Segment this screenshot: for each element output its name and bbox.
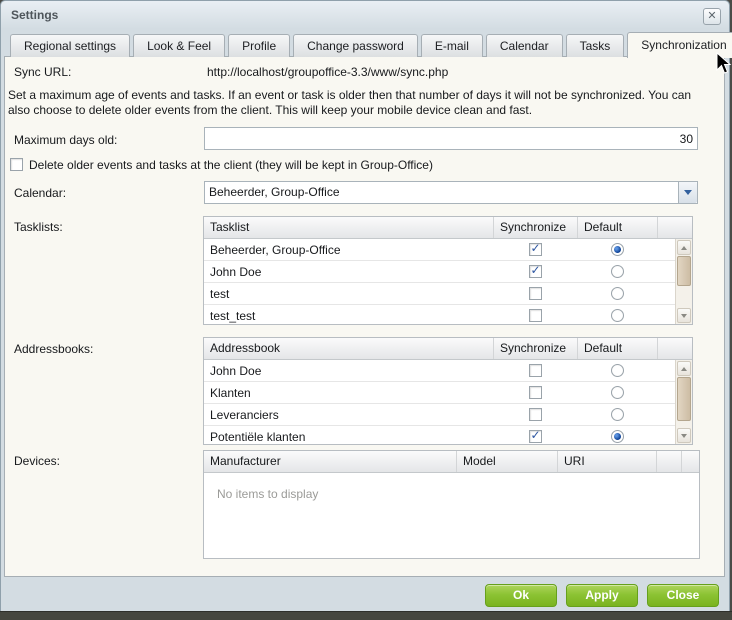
sync-checkbox[interactable] [529, 243, 542, 256]
scroll-up-icon[interactable] [677, 240, 691, 255]
tasklist-name: John Doe [204, 265, 493, 279]
tab-profile[interactable]: Profile [228, 34, 290, 57]
column-header-addressbook[interactable]: Addressbook [204, 338, 493, 359]
sync-checkbox[interactable] [529, 430, 542, 443]
table-row[interactable]: John Doe [204, 360, 692, 382]
chevron-down-icon[interactable] [678, 182, 697, 203]
scrollbar-thumb[interactable] [677, 377, 691, 421]
addressbook-name: John Doe [204, 364, 493, 378]
footer-toolbar: Ok Apply Close [485, 584, 719, 607]
default-radio[interactable] [611, 287, 624, 300]
tab-look-and-feel[interactable]: Look & Feel [133, 34, 225, 57]
sync-checkbox[interactable] [529, 309, 542, 322]
table-row[interactable]: John Doe [204, 261, 692, 283]
sync-checkbox[interactable] [529, 364, 542, 377]
window-title: Settings [11, 8, 58, 22]
tab-tasks[interactable]: Tasks [566, 34, 625, 57]
tasklists-grid-body: Beheerder, Group-Office John Doe test te… [204, 239, 692, 325]
devices-label: Devices: [14, 454, 60, 468]
scrollbar[interactable] [675, 239, 692, 324]
sync-checkbox[interactable] [529, 408, 542, 421]
apply-button[interactable]: Apply [566, 584, 638, 607]
column-header-synchronize[interactable]: Synchronize [493, 338, 577, 359]
sync-url-label: Sync URL: [14, 65, 71, 79]
scroll-down-icon[interactable] [677, 428, 691, 443]
tab-synchronization[interactable]: Synchronization [627, 32, 732, 58]
titlebar[interactable]: Settings ✕ [1, 1, 729, 29]
column-header-model[interactable]: Model [456, 451, 557, 472]
calendar-combobox-value: Beheerder, Group-Office [209, 185, 340, 199]
delete-older-checkbox[interactable] [10, 158, 23, 171]
tab-strip: Regional settings Look & Feel Profile Ch… [10, 31, 720, 57]
devices-grid-body: No items to display [204, 473, 699, 559]
column-header-synchronize[interactable]: Synchronize [493, 217, 577, 238]
calendar-label: Calendar: [14, 186, 66, 200]
default-radio[interactable] [611, 265, 624, 278]
column-header-spacer [656, 451, 681, 472]
max-days-label: Maximum days old: [14, 133, 117, 147]
default-radio[interactable] [611, 364, 624, 377]
addressbook-name: Klanten [204, 386, 493, 400]
close-icon[interactable]: ✕ [703, 8, 721, 25]
ok-button[interactable]: Ok [485, 584, 557, 607]
tasklists-label: Tasklists: [14, 220, 63, 234]
scrollbar-thumb[interactable] [677, 256, 691, 286]
addressbooks-label: Addressbooks: [14, 342, 93, 356]
column-header-default[interactable]: Default [577, 338, 657, 359]
column-header-manufacturer[interactable]: Manufacturer [204, 451, 456, 472]
column-header-tasklist[interactable]: Tasklist [204, 217, 493, 238]
column-header-spacer [657, 338, 692, 359]
devices-grid-header: Manufacturer Model URI [204, 451, 699, 473]
table-row[interactable]: Beheerder, Group-Office [204, 239, 692, 261]
default-radio[interactable] [611, 309, 624, 322]
default-radio[interactable] [611, 243, 624, 256]
tasklists-grid: Tasklist Synchronize Default Beheerder, … [203, 216, 693, 325]
sync-checkbox[interactable] [529, 287, 542, 300]
default-radio[interactable] [611, 386, 624, 399]
default-radio[interactable] [611, 408, 624, 421]
settings-window: Settings ✕ Regional settings Look & Feel… [0, 0, 730, 612]
max-days-input[interactable] [204, 127, 698, 150]
calendar-combobox[interactable]: Beheerder, Group-Office [204, 181, 698, 204]
close-button[interactable]: Close [647, 584, 719, 607]
tasklists-grid-header: Tasklist Synchronize Default [204, 217, 692, 239]
tab-calendar[interactable]: Calendar [486, 34, 563, 57]
column-header-spacer [681, 451, 699, 472]
table-row[interactable]: Potentiële klanten [204, 426, 692, 445]
addressbook-name: Leveranciers [204, 408, 493, 422]
synchronization-panel: Sync URL: http://localhost/groupoffice-3… [4, 56, 725, 577]
delete-older-label: Delete older events and tasks at the cli… [29, 158, 433, 172]
table-row[interactable]: Klanten [204, 382, 692, 404]
scroll-down-icon[interactable] [677, 308, 691, 323]
tasklist-name: test [204, 287, 493, 301]
intro-text: Set a maximum age of events and tasks. I… [8, 88, 716, 118]
addressbooks-grid-header: Addressbook Synchronize Default [204, 338, 692, 360]
empty-grid-message: No items to display [217, 487, 318, 501]
column-header-default[interactable]: Default [577, 217, 657, 238]
sync-url-value: http://localhost/groupoffice-3.3/www/syn… [207, 65, 448, 79]
addressbook-name: Potentiële klanten [204, 430, 493, 444]
sync-checkbox[interactable] [529, 386, 542, 399]
tasklist-name: Beheerder, Group-Office [204, 243, 493, 257]
desktop-background-strip [0, 611, 732, 620]
scrollbar[interactable] [675, 360, 692, 444]
scroll-up-icon[interactable] [677, 361, 691, 376]
tab-email[interactable]: E-mail [421, 34, 483, 57]
sync-checkbox[interactable] [529, 265, 542, 278]
addressbooks-grid-body: John Doe Klanten Leveranciers Potentiële… [204, 360, 692, 445]
table-row[interactable]: Leveranciers [204, 404, 692, 426]
tab-change-password[interactable]: Change password [293, 34, 418, 57]
column-header-spacer [657, 217, 692, 238]
column-header-uri[interactable]: URI [557, 451, 656, 472]
table-row[interactable]: test_test [204, 305, 692, 325]
tasklist-name: test_test [204, 309, 493, 323]
devices-grid: Manufacturer Model URI No items to displ… [203, 450, 700, 559]
addressbooks-grid: Addressbook Synchronize Default John Doe… [203, 337, 693, 445]
table-row[interactable]: test [204, 283, 692, 305]
tab-regional-settings[interactable]: Regional settings [10, 34, 130, 57]
default-radio[interactable] [611, 430, 624, 443]
